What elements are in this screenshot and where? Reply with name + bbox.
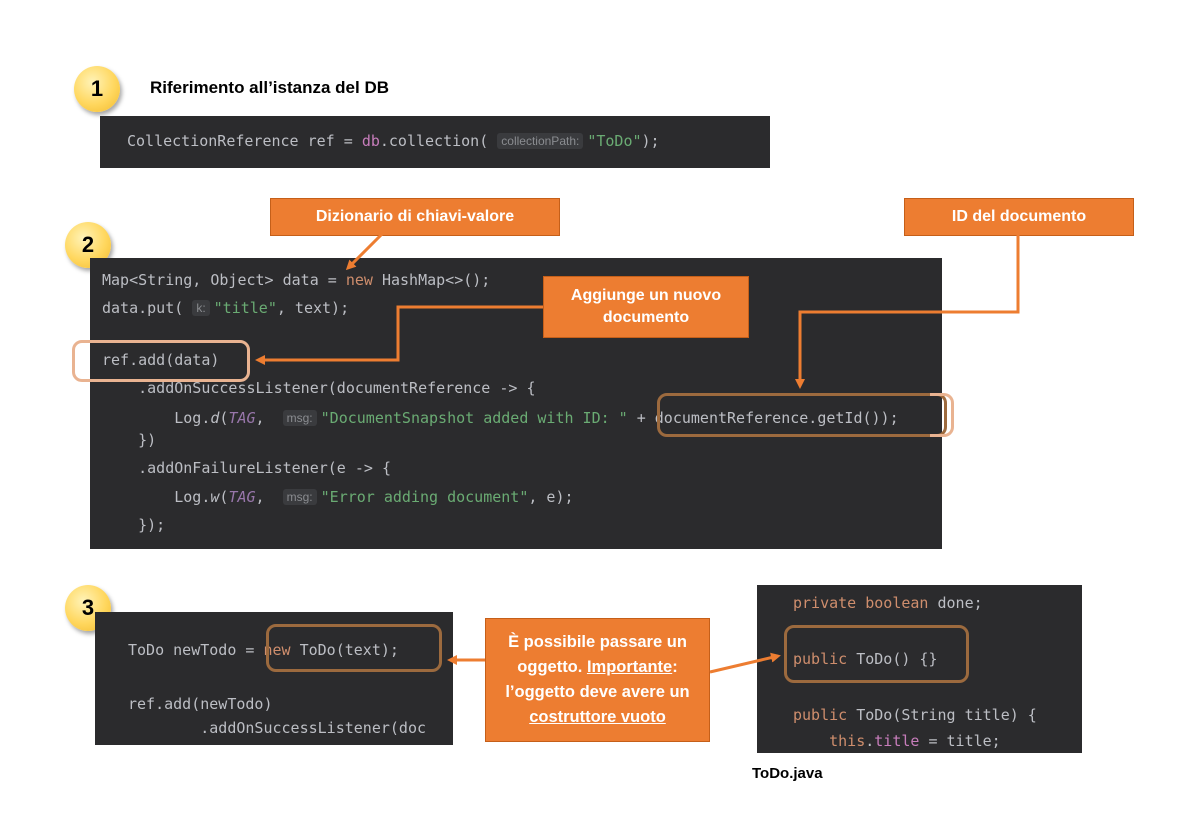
arrow-to-constructor (709, 652, 781, 674)
arrow-dizionario (345, 232, 384, 271)
arrow-id (795, 234, 1020, 389)
arrow-aggiunge (255, 305, 543, 365)
connector-arrows (255, 232, 1020, 674)
